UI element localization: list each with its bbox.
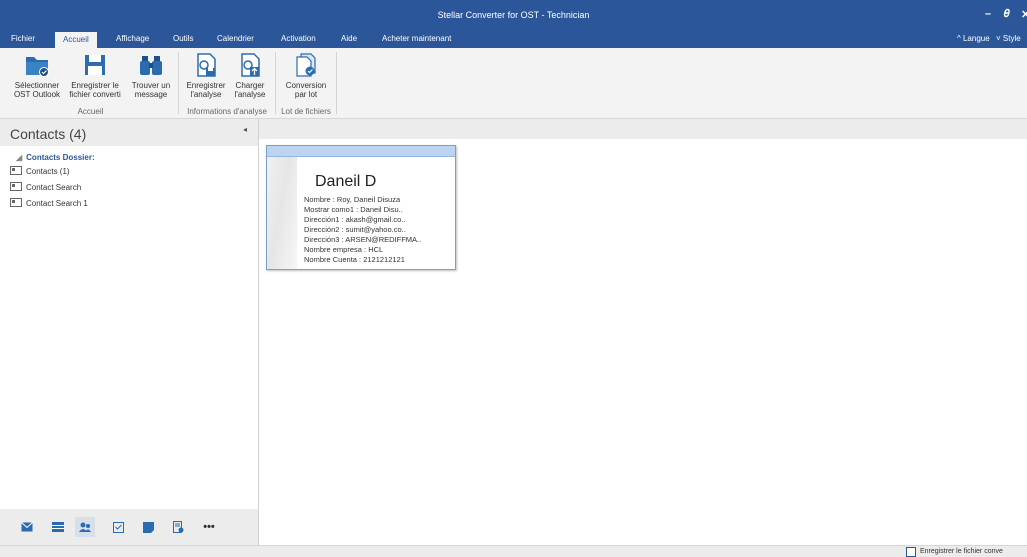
- calendar-icon: [52, 522, 64, 532]
- tab-aide[interactable]: Aide: [341, 34, 357, 43]
- close-button[interactable]: ✕: [1021, 8, 1027, 21]
- more-icon[interactable]: •••: [196, 517, 222, 537]
- contact-card-icon: [10, 198, 22, 207]
- contact-field: Dirección1 : akash@gmail.co..: [304, 215, 406, 224]
- tab-acheter-maintenant[interactable]: Acheter maintenant: [382, 34, 451, 43]
- find-message-label-2: message: [134, 90, 168, 99]
- contact-field: Nombre Cuenta : 2121212121: [304, 255, 405, 264]
- expand-triangle-icon: ◢: [16, 153, 23, 162]
- binoculars-icon: [140, 56, 162, 75]
- tree-item-label: Contact Search: [26, 183, 82, 192]
- load-scan-label-2: l'analyse: [234, 90, 266, 99]
- save-converted-checkbox-label: Enregistrer le fichier conve: [920, 548, 1003, 555]
- group-label-accueil: Accueil: [77, 107, 104, 116]
- contacts-icon: [79, 522, 91, 532]
- ribbon: Sélectionner OST Outlook Enregistrer le …: [0, 48, 1027, 119]
- batch-convert-icon: [296, 53, 316, 77]
- tree-item-contact-search[interactable]: Contact Search: [10, 182, 81, 192]
- status-bar: Enregistrer le fichier conve: [0, 545, 1027, 557]
- save-scan-label-2: l'analyse: [190, 90, 222, 99]
- group-label-informations: Informations d'analyse: [187, 107, 267, 116]
- nav-journal[interactable]: [168, 517, 188, 537]
- title-bar: Stellar Converter for OST - Technician –…: [0, 0, 1027, 30]
- folder-open-icon: [26, 57, 49, 77]
- load-scan-label-1: Charger: [235, 81, 265, 90]
- tree-item-contacts[interactable]: Contacts (1): [10, 166, 70, 176]
- contact-field: Mostrar como1 : Daneil Disu..: [304, 205, 403, 214]
- nav-notes[interactable]: [138, 517, 158, 537]
- contact-field: Nombre : Roy, Daneil Disuza: [304, 195, 401, 204]
- load-scan-button[interactable]: Charger l'analyse: [228, 52, 272, 99]
- tasks-icon: [112, 522, 124, 533]
- tab-accueil[interactable]: Accueil: [55, 32, 97, 48]
- save-scan-label-1: Enregistrer: [186, 81, 226, 90]
- contact-name: Daneil D: [315, 173, 377, 190]
- pane-title: Contacts (4): [10, 126, 87, 142]
- tab-activation[interactable]: Activation: [281, 34, 316, 43]
- ribbon-separator: [336, 52, 337, 114]
- language-menu[interactable]: ^ Langue: [957, 34, 990, 43]
- save-scan-button[interactable]: Enregistrer l'analyse: [182, 52, 230, 99]
- tab-calendrier[interactable]: Calendrier: [217, 34, 254, 43]
- nav-calendar[interactable]: [48, 517, 68, 537]
- tree-item-label: Contacts (1): [26, 167, 70, 176]
- find-message-label-1: Trouver un: [131, 81, 171, 90]
- nav-contacts[interactable]: [75, 517, 95, 537]
- find-message-button[interactable]: Trouver un message: [126, 52, 176, 99]
- contact-field: Nombre empresa : HCL: [304, 245, 384, 254]
- select-ost-button[interactable]: Sélectionner OST Outlook: [5, 52, 69, 99]
- nav-tasks[interactable]: [108, 517, 128, 537]
- notes-icon: [142, 521, 154, 533]
- save-icon: [85, 55, 105, 75]
- tab-outils[interactable]: Outils: [173, 34, 193, 43]
- contacts-folder-label: Contacts Dossier:: [26, 153, 95, 162]
- menu-bar: Fichier Accueil Affichage Outils Calendr…: [0, 30, 1027, 48]
- contact-card-decoration: [267, 157, 297, 269]
- select-ost-label-2: OST Outlook: [13, 90, 61, 99]
- journal-icon: [172, 521, 183, 533]
- save-converted-button[interactable]: Enregistrer le fichier converti: [66, 52, 124, 99]
- nav-mail[interactable]: [17, 517, 37, 537]
- select-ost-label-1: Sélectionner: [14, 81, 60, 90]
- contacts-folder-header[interactable]: ◢ Contacts Dossier:: [16, 153, 95, 162]
- save-converted-label-2: fichier converti: [69, 90, 121, 99]
- contact-card[interactable]: Daneil D Nombre : Roy, Daneil Disuza Mos…: [266, 145, 456, 270]
- window-title: Stellar Converter for OST - Technician: [437, 10, 590, 20]
- contact-card-header: [267, 146, 455, 157]
- mail-icon: [21, 522, 33, 532]
- tree-item-label: Contact Search 1: [26, 199, 88, 208]
- load-scan-icon: [241, 53, 260, 77]
- tab-affichage[interactable]: Affichage: [116, 34, 149, 43]
- save-converted-label-1: Enregistrer le: [71, 81, 119, 90]
- collapse-pane-button[interactable]: ◂: [243, 125, 247, 134]
- restore-button[interactable]: 𝜃: [1004, 8, 1010, 21]
- ribbon-separator: [178, 52, 179, 114]
- module-navigation-bar: •••: [0, 509, 258, 545]
- batch-convert-label-1: Conversion: [285, 81, 327, 90]
- ribbon-separator: [275, 52, 276, 114]
- group-label-lot: Lot de fichiers: [281, 107, 331, 116]
- folder-pane-header: Contacts (4) ◂: [0, 119, 258, 146]
- tab-fichier[interactable]: Fichier: [11, 34, 35, 43]
- save-scan-icon: [197, 53, 216, 77]
- content-header-strip: [259, 119, 1027, 139]
- style-menu[interactable]: ˅ Style: [996, 34, 1021, 43]
- contact-card-icon: [10, 166, 22, 175]
- contact-field: Dirección3 : ARSEN@REDIFFMA..: [304, 235, 422, 244]
- tree-item-contact-search-1[interactable]: Contact Search 1: [10, 198, 88, 208]
- minimize-button[interactable]: –: [985, 8, 991, 20]
- contact-field: Dirección2 : sumit@yahoo.co..: [304, 225, 406, 234]
- batch-convert-button[interactable]: Conversion par lot: [278, 52, 334, 99]
- batch-convert-label-2: par lot: [294, 90, 318, 99]
- contact-card-icon: [10, 182, 22, 191]
- folder-pane: Contacts (4) ◂ ◢ Contacts Dossier: Contac…: [0, 119, 259, 545]
